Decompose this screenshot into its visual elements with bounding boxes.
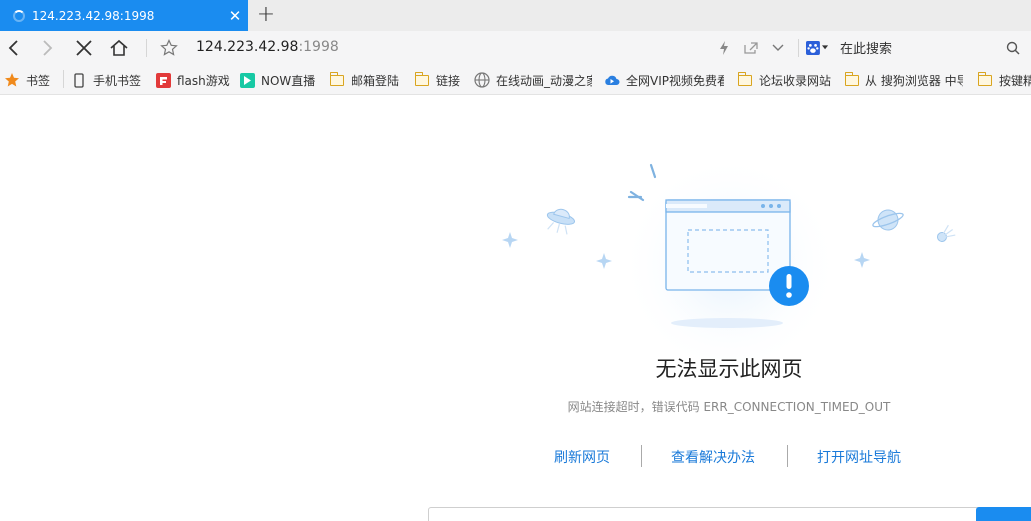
bookmark-now-live[interactable]: NOW直播 (239, 71, 315, 89)
now-live-icon (239, 72, 255, 88)
tab-title: 124.223.42.98:1998 (32, 8, 155, 23)
favorite-button[interactable] (156, 35, 182, 61)
new-tab-button[interactable]: + (254, 3, 278, 27)
error-subtitle: 网站连接超时，错误代码 ERR_CONNECTION_TIMED_OUT (567, 400, 891, 414)
bookmark-folder-links[interactable]: 链接 (414, 71, 460, 89)
bookmark-anime[interactable]: 在线动画_动漫之家 (474, 71, 592, 89)
bookmark-label: NOW直播 (261, 73, 316, 88)
search-icon[interactable] (1006, 41, 1020, 55)
search-input[interactable]: 在此搜索 (840, 38, 1006, 57)
error-title: 无法显示此网页 (655, 357, 803, 381)
folder-icon (737, 71, 753, 88)
navigation-bar: 124.223.42.98:1998 在此搜索 (0, 31, 1031, 64)
bookmark-flash-game[interactable]: flash游戏 (155, 71, 230, 89)
bookmark-label: flash游戏 (177, 73, 230, 88)
divider (641, 445, 642, 467)
error-page: 无法显示此网页 网站连接超时，错误代码 ERR_CONNECTION_TIMED… (0, 95, 1031, 521)
bookmark-label: 按键精灵 (999, 73, 1031, 88)
folder-icon (845, 71, 859, 88)
address-dropdown-button[interactable] (765, 35, 791, 61)
tab-active[interactable]: 124.223.42.98:1998 ✕ (0, 0, 248, 31)
cloud-icon (604, 72, 620, 88)
divider (787, 445, 788, 467)
share-icon (744, 42, 758, 54)
bookmark-root[interactable]: 书签 (4, 71, 50, 89)
bookmark-folder-forum[interactable]: 论坛收录网站 (737, 71, 831, 89)
folder-icon (329, 71, 345, 88)
bookmark-vip-video[interactable]: 全网VIP视频免费看 (604, 71, 724, 89)
globe-icon (474, 72, 490, 88)
address-input[interactable]: 124.223.42.98:1998 (196, 39, 339, 55)
bookmark-folder-mail[interactable]: 邮箱登陆 (329, 71, 399, 89)
folder-icon (977, 71, 993, 88)
bookmark-folder-anjian[interactable]: 按键精灵 (977, 71, 1031, 89)
folder-icon (414, 71, 430, 88)
tab-strip: 124.223.42.98:1998 ✕ + (0, 0, 1031, 31)
bookmark-label: 邮箱登陆 (351, 73, 400, 88)
bookmark-label: 全网VIP视频免费看 (626, 73, 724, 88)
bookmark-label: 手机书签 (93, 73, 142, 88)
loading-spinner-icon (13, 9, 25, 22)
divider (63, 70, 64, 88)
url-host: 124.223.42.98 (196, 39, 299, 55)
forward-arrow-icon (43, 40, 53, 56)
tab-close-icon[interactable]: ✕ (222, 7, 248, 25)
url-port: :1998 (298, 39, 339, 55)
divider (146, 39, 147, 57)
share-button[interactable] (738, 35, 764, 61)
star-icon (4, 72, 20, 88)
bookmark-mobile[interactable]: 手机书签 (71, 71, 141, 89)
open-navigation-link[interactable]: 打开网址导航 (817, 447, 901, 467)
bookmark-label: 在线动画_动漫之家 (496, 73, 592, 88)
refresh-link[interactable]: 刷新网页 (554, 447, 610, 467)
stop-button[interactable] (71, 35, 97, 61)
search-box[interactable]: 在此搜索 (806, 34, 1024, 61)
bookmark-label: 链接 (436, 73, 461, 88)
bookmark-label: 从 搜狗浏览器 中导入 (865, 73, 963, 88)
home-button[interactable] (106, 35, 132, 61)
phone-icon (71, 72, 87, 88)
search-engine-selector[interactable] (806, 40, 828, 56)
view-solutions-link[interactable]: 查看解决办法 (671, 447, 755, 467)
speed-mode-button[interactable] (711, 35, 737, 61)
back-button[interactable] (1, 35, 27, 61)
caret-down-icon (821, 45, 828, 50)
home-icon (110, 39, 128, 56)
bookmarks-bar: 书签 手机书签 flash游戏 NOW直播 邮箱登陆 链接 在线动画_动漫之家 … (0, 64, 1031, 95)
stop-x-icon (76, 40, 92, 56)
page-search-input[interactable] (428, 507, 1031, 521)
back-arrow-icon (8, 40, 18, 56)
bookmark-label: 书签 (26, 73, 51, 88)
divider (798, 39, 799, 57)
flash-game-icon (155, 72, 171, 88)
star-outline-icon (160, 39, 178, 56)
chevron-down-icon (772, 44, 784, 51)
bookmark-folder-import[interactable]: 从 搜狗浏览器 中导入 (845, 71, 963, 89)
bookmark-label: 论坛收录网站 (759, 73, 832, 88)
page-search-button[interactable] (976, 507, 1031, 521)
forward-button[interactable] (34, 35, 60, 61)
lightning-icon (720, 41, 728, 55)
baidu-paw-icon (806, 40, 820, 55)
